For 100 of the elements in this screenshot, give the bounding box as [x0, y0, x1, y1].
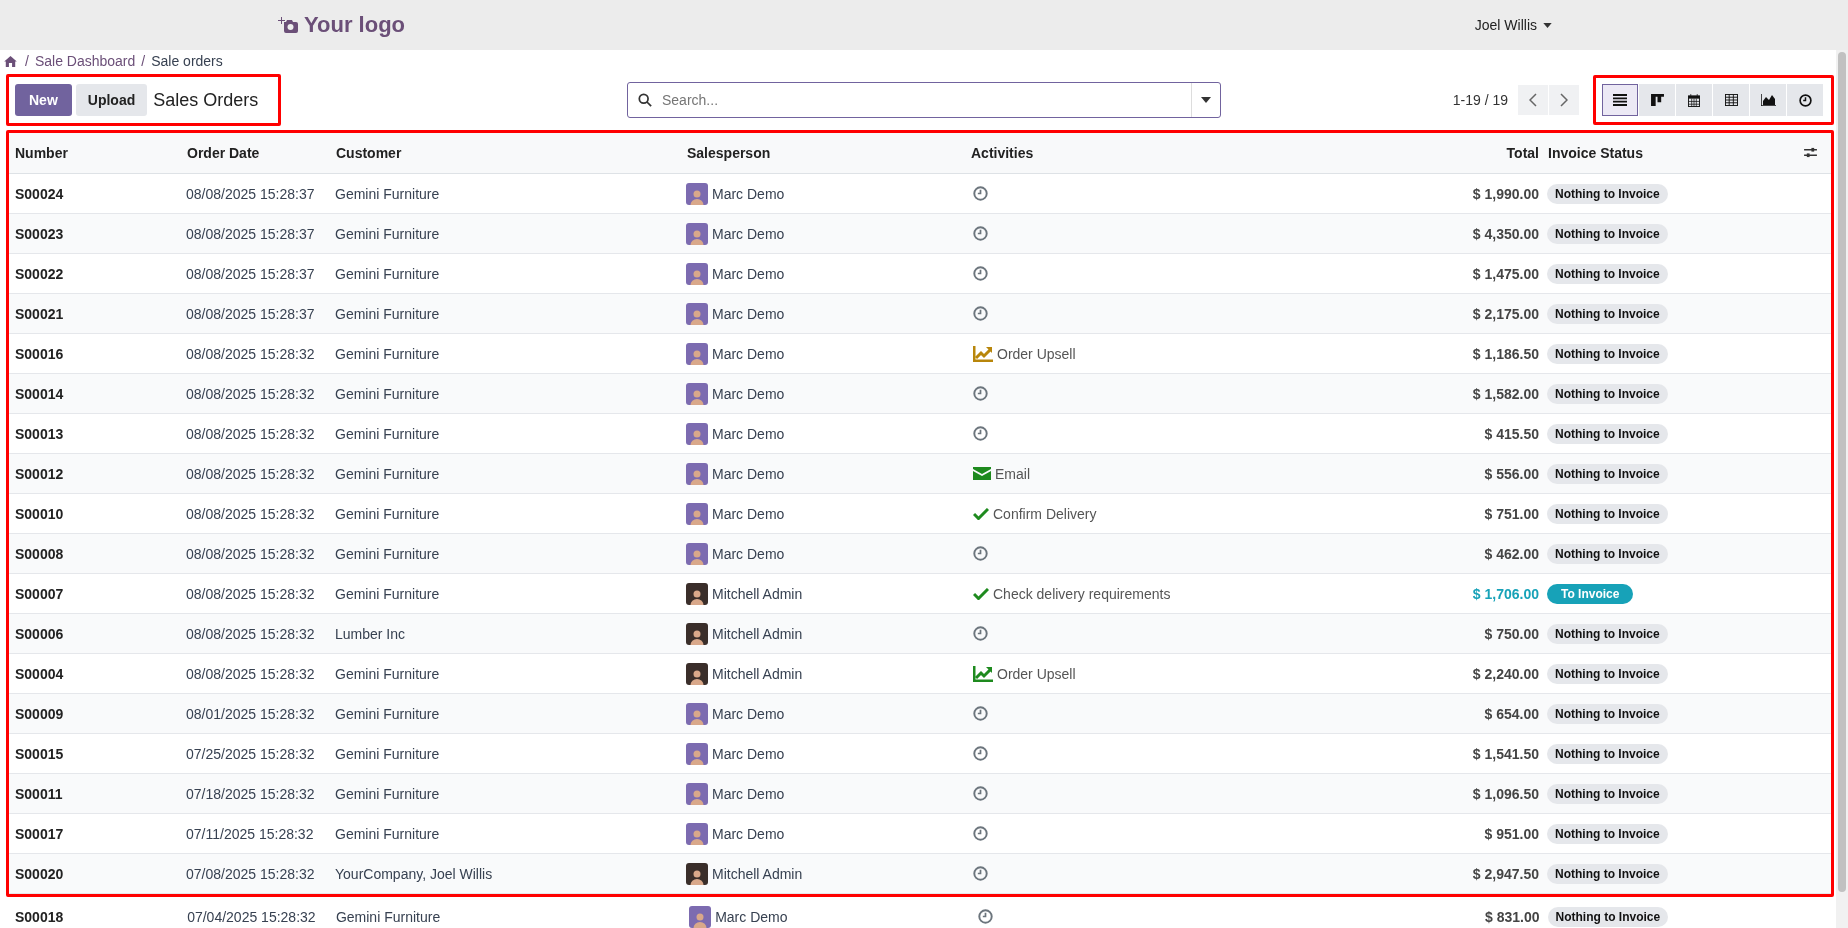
- table-row[interactable]: S00024 08/08/2025 15:28:37 Gemini Furniture Marc Demo $ 1,990.00 Nothing to Invoice: [9, 173, 1831, 214]
- table-row[interactable]: S00020 07/08/2025 15:28:32 YourCompany, Joel Willis Mitchell Admin $ 2,947.50 Nothing to Invoice: [9, 853, 1831, 894]
- invoice-status-badge: To Invoice: [1547, 583, 1634, 604]
- customer-cell: Gemini Furniture: [335, 573, 686, 614]
- clock-icon[interactable]: [973, 266, 988, 281]
- clock-icon[interactable]: [973, 426, 988, 441]
- table-row[interactable]: S00007 08/08/2025 15:28:32 Gemini Furniture Mitchell Admin Check delivery requirements $ 1,706.00 To Invoice: [9, 573, 1831, 614]
- column-header[interactable]: Total: [1272, 133, 1547, 174]
- page-title: Sales Orders: [153, 89, 259, 111]
- list-icon: [1613, 94, 1627, 106]
- user-menu[interactable]: Joel Willis: [1468, 16, 1558, 34]
- table-row[interactable]: S00006 08/08/2025 15:28:32 Lumber Inc Mitchell Admin $ 750.00 Nothing to Invoice: [9, 613, 1831, 654]
- table-row[interactable]: S00022 08/08/2025 15:28:37 Gemini Furniture Marc Demo $ 1,475.00 Nothing to Invoice: [9, 253, 1831, 294]
- caret-icon: [1543, 22, 1552, 28]
- order-date-cell: 08/08/2025 15:28:32: [186, 333, 335, 374]
- salesperson-name: Marc Demo: [712, 825, 785, 842]
- customer-cell: YourCompany, Joel Willis: [335, 853, 686, 894]
- order-date-cell: 08/08/2025 15:28:32: [186, 653, 335, 694]
- column-settings-icon[interactable]: [1803, 147, 1817, 158]
- breadcrumb-link[interactable]: Sale Dashboard: [34, 53, 136, 69]
- order-number-cell: S00022: [9, 253, 186, 294]
- order-date-cell: 08/08/2025 15:28:37: [186, 253, 335, 294]
- caret-icon: [1201, 97, 1211, 103]
- column-header[interactable]: Invoice Status: [1547, 133, 1789, 174]
- total-cell: $ 1,186.50: [1272, 333, 1547, 374]
- view-switch-button[interactable]: [1602, 84, 1638, 116]
- clock-icon[interactable]: [973, 746, 988, 761]
- table-row[interactable]: S00012 08/08/2025 15:28:32 Gemini Furniture Marc Demo Email $ 556.00 Nothing to Invoice: [9, 453, 1831, 494]
- search-input[interactable]: Search...: [660, 91, 1183, 109]
- clock-icon[interactable]: [973, 546, 988, 561]
- scrollbar[interactable]: [1836, 50, 1848, 928]
- search-field[interactable]: Search...: [627, 82, 1221, 118]
- table-row[interactable]: S00008 08/08/2025 15:28:32 Gemini Furniture Marc Demo $ 462.00 Nothing to Invoice: [9, 533, 1831, 574]
- total-cell: $ 1,541.50: [1272, 733, 1547, 774]
- envelope-icon[interactable]: [973, 467, 991, 480]
- salesperson-name: Mitchell Admin: [712, 665, 803, 682]
- customer-cell: Gemini Furniture: [335, 493, 686, 534]
- order-number-cell: S00020: [9, 853, 186, 894]
- column-header[interactable]: Customer: [335, 133, 686, 174]
- table-row[interactable]: S00010 08/08/2025 15:28:32 Gemini Furniture Marc Demo Confirm Delivery $ 751.00 Nothing to Invoice: [9, 493, 1831, 534]
- salesperson-name: Marc Demo: [712, 305, 785, 322]
- column-header[interactable]: Salesperson: [686, 133, 970, 174]
- order-number-cell: S00015: [9, 733, 186, 774]
- salesperson-name: Marc Demo: [712, 705, 785, 722]
- table-row[interactable]: S00017 07/11/2025 15:28:32 Gemini Furniture Marc Demo $ 951.00 Nothing to Invoice: [9, 813, 1831, 854]
- table-icon: [1724, 94, 1738, 106]
- clock-icon[interactable]: [973, 186, 988, 201]
- customer-cell: Gemini Furniture: [335, 293, 686, 334]
- column-header[interactable]: Order Date: [186, 133, 335, 174]
- clock-icon[interactable]: [977, 909, 993, 924]
- invoice-status-badge: Nothing to Invoice: [1547, 183, 1668, 204]
- invoice-status-badge: Nothing to Invoice: [1547, 823, 1668, 844]
- column-header[interactable]: Activities: [970, 133, 1272, 174]
- breadcrumb-separator: /: [141, 53, 146, 69]
- table-row[interactable]: S00014 08/08/2025 15:28:32 Gemini Furniture Marc Demo $ 1,582.00 Nothing to Invoice: [9, 373, 1831, 414]
- home-icon[interactable]: [4, 55, 17, 67]
- clock-icon[interactable]: [973, 626, 988, 641]
- order-date-cell: 07/11/2025 15:28:32: [186, 813, 335, 854]
- clock-icon[interactable]: [973, 706, 988, 721]
- table-row[interactable]: S00016 08/08/2025 15:28:32 Gemini Furniture Marc Demo Order Upsell $ 1,186.50 Nothing to Invoice: [9, 333, 1831, 374]
- trend-chart-icon[interactable]: [973, 665, 993, 682]
- table-row[interactable]: S00009 08/01/2025 15:28:32 Gemini Furniture Marc Demo $ 654.00 Nothing to Invoice: [9, 693, 1831, 734]
- clock-icon[interactable]: [973, 226, 988, 241]
- customer-cell: Gemini Furniture: [335, 733, 686, 774]
- customer-cell: Gemini Furniture: [335, 693, 686, 734]
- invoice-status-badge: Nothing to Invoice: [1547, 623, 1668, 644]
- invoice-status-badge: Nothing to Invoice: [1547, 783, 1668, 804]
- chevron-right-icon: [1560, 93, 1568, 107]
- invoice-status-badge: Nothing to Invoice: [1547, 863, 1668, 884]
- column-header[interactable]: Number: [9, 133, 186, 174]
- clock-icon[interactable]: [973, 866, 988, 881]
- table-row[interactable]: S00004 08/08/2025 15:28:32 Gemini Furniture Mitchell Admin Order Upsell $ 2,240.00 Nothing to Invoice: [9, 653, 1831, 694]
- total-cell: $ 4,350.00: [1272, 213, 1547, 254]
- clock-icon[interactable]: [973, 826, 988, 841]
- logo[interactable]: Your logo: [278, 12, 406, 38]
- order-date-cell: 07/08/2025 15:28:32: [186, 853, 335, 894]
- new-button[interactable]: New: [15, 84, 72, 116]
- total-cell: $ 951.00: [1272, 813, 1547, 854]
- clock-icon[interactable]: [973, 306, 988, 321]
- clock-icon[interactable]: [973, 786, 988, 801]
- order-date-cell: 07/18/2025 15:28:32: [186, 773, 335, 814]
- check-icon[interactable]: [973, 507, 989, 520]
- table-row[interactable]: S00011 07/18/2025 15:28:32 Gemini Furniture Marc Demo $ 1,096.50 Nothing to Invoice: [9, 773, 1831, 814]
- check-icon[interactable]: [973, 587, 989, 600]
- table-row[interactable]: S00013 08/08/2025 15:28:32 Gemini Furniture Marc Demo $ 415.50 Nothing to Invoice: [9, 413, 1831, 454]
- order-date-cell: 08/08/2025 15:28:32: [186, 573, 335, 614]
- table-row[interactable]: S00018 07/04/2025 15:28:32 Gemini Furniture Marc Demo $ 831.00 Nothing to Invoice: [9, 897, 1831, 928]
- order-number-cell: S00014: [9, 373, 186, 414]
- salesperson-name: Marc Demo: [712, 185, 785, 202]
- table-row[interactable]: S00021 08/08/2025 15:28:37 Gemini Furniture Marc Demo $ 2,175.00 Nothing to Invoice: [9, 293, 1831, 334]
- salesperson-name: Marc Demo: [715, 908, 788, 925]
- order-date-cell: 08/08/2025 15:28:32: [186, 413, 335, 454]
- table-row[interactable]: S00023 08/08/2025 15:28:37 Gemini Furniture Marc Demo $ 4,350.00 Nothing to Invoice: [9, 213, 1831, 254]
- table-row[interactable]: S00015 07/25/2025 15:28:32 Gemini Furniture Marc Demo $ 1,541.50 Nothing to Invoice: [9, 733, 1831, 774]
- customer-cell: Gemini Furniture: [335, 373, 686, 414]
- order-number-cell: S00012: [9, 453, 186, 494]
- clock-icon[interactable]: [973, 386, 988, 401]
- upload-button[interactable]: Upload: [75, 84, 148, 116]
- trend-chart-icon[interactable]: [973, 345, 993, 362]
- customer-cell: Gemini Furniture: [335, 813, 686, 854]
